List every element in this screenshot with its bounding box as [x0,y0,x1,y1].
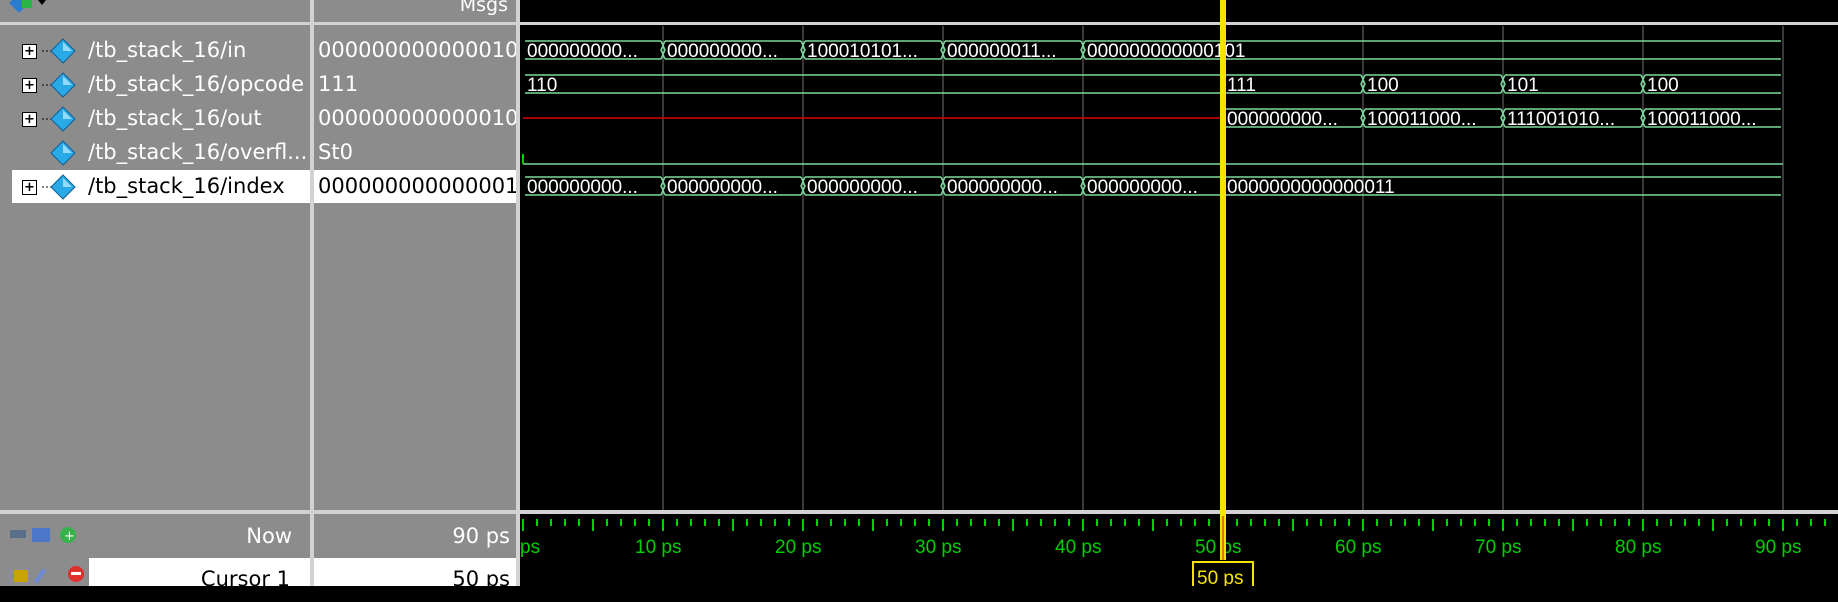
waveform-canvas[interactable]: 000000000... 000000000... 100010101... 0000… [520,0,1838,586]
signal-diamond-icon [42,72,76,98]
signal-value-row[interactable]: 0000000000000101 [314,34,532,67]
signal-value-row[interactable]: St0 [314,136,516,169]
signal-values-pane: Msgs 0000000000000101 111 0000000000000101… [314,0,532,591]
msgs-header: Msgs [459,0,508,16]
out-wave-value-label: 100011000... [1647,109,1757,130]
out-wave-value-label: 100011000... [1367,109,1477,130]
opcode-wave-value-label: 100 [1367,75,1399,96]
signal-name: /tb_stack_16/opcode [88,72,305,96]
in-wave-value-label: 100010101... [807,41,918,62]
signal-value-row[interactable]: 0000000000000011 [314,170,532,203]
in-wave-value-label: 000000000... [667,41,778,62]
cursor-flag-label: 50 ps [1197,568,1243,586]
time-axis-label: 50 ps [1195,537,1241,558]
time-axis-label: 70 ps [1475,537,1521,558]
cursor-icons[interactable] [14,562,88,586]
out-wave-value-label: 111001010... [1507,109,1615,130]
signal-diamond-icon [42,174,76,200]
time-axis-label: 40 ps [1055,537,1101,558]
time-axis-label: 30 ps [915,537,961,558]
signal-row[interactable]: + /tb_stack_16/out [0,102,310,135]
in-wave-value-label: 000000011... [947,41,1057,62]
opcode-wave-value-label: 100 [1647,75,1679,96]
index-wave-value-label: 000000000... [947,177,1058,198]
expand-icon[interactable]: + [22,44,37,59]
time-axis-label: 10 ps [635,537,681,558]
expand-icon[interactable]: + [22,180,37,195]
signal-value: 111 [318,72,359,96]
signal-value: 0000000000000101 [318,106,532,130]
time-axis-label: 60 ps [1335,537,1381,558]
signal-name: /tb_stack_16/index [88,174,285,198]
names-bottom-divider [0,510,310,514]
time-axis-label: 90 ps [1755,537,1801,558]
signal-name: /tb_stack_16/overfl... [88,140,308,164]
cursor-line [1220,0,1226,560]
expand-icon[interactable]: + [22,112,37,127]
signal-diamond-icon [42,38,76,64]
wave-header-separator [520,22,1838,25]
opcode-wave-value-label: 110 [527,75,557,96]
index-wave-value-label: 0000000000000011 [1227,177,1395,198]
signal-diamond-icon [50,140,76,166]
values-header-separator [314,22,516,25]
wave-tools-icon[interactable] [8,0,48,18]
now-value: 90 ps [452,524,510,548]
svg-text:+: + [64,529,75,544]
out-wave-value-label: 000000000... [1227,109,1338,130]
now-icons[interactable]: + [10,524,80,546]
wave-bottom-divider [520,510,1838,514]
opcode-wave-value-label: 111 [1227,75,1256,96]
index-wave-value-label: 000000000... [527,177,638,198]
waveform-pane[interactable]: 000000000... 000000000... 100010101... 0000… [520,0,1838,586]
values-bottom-divider [314,510,516,514]
cursor-value: 50 ps [452,567,510,591]
signal-row[interactable]: + /tb_stack_16/index [12,170,310,203]
signal-row[interactable]: + /tb_stack_16/in [0,34,310,67]
toolbar-icon-cluster[interactable] [8,0,48,18]
signal-diamond-icon [42,106,76,132]
signal-name: /tb_stack_16/out [88,106,262,130]
time-axis-label: 20 ps [775,537,821,558]
signal-row[interactable]: /tb_stack_16/overfl... [0,136,310,169]
signal-row[interactable]: + /tb_stack_16/opcode [0,68,310,101]
opcode-wave-value-label: 101 [1507,75,1539,96]
signal-value: St0 [318,140,353,164]
now-label: Now [246,524,292,548]
cursor-label: Cursor 1 [200,567,290,591]
expand-icon[interactable]: + [22,78,37,93]
in-wave-value-label: 000000000... [527,41,638,62]
index-wave-value-label: 000000000... [667,177,778,198]
index-wave-value-label: 000000000... [807,177,918,198]
signal-value-row[interactable]: 0000000000000101 [314,102,532,135]
signal-name: /tb_stack_16/in [88,38,247,62]
signal-value-row[interactable]: 111 [314,68,516,101]
names-header-separator [0,22,310,25]
time-axis-label: ps [520,537,540,558]
signal-value: 0000000000000101 [318,38,532,62]
index-wave-value-label: 000000000... [1087,177,1198,198]
time-axis-label: 80 ps [1615,537,1661,558]
signal-names-pane: + /tb_stack_16/in + /tb_stack_16/opcode + /tb… [0,0,310,591]
signal-value: 0000000000000011 [318,174,532,198]
